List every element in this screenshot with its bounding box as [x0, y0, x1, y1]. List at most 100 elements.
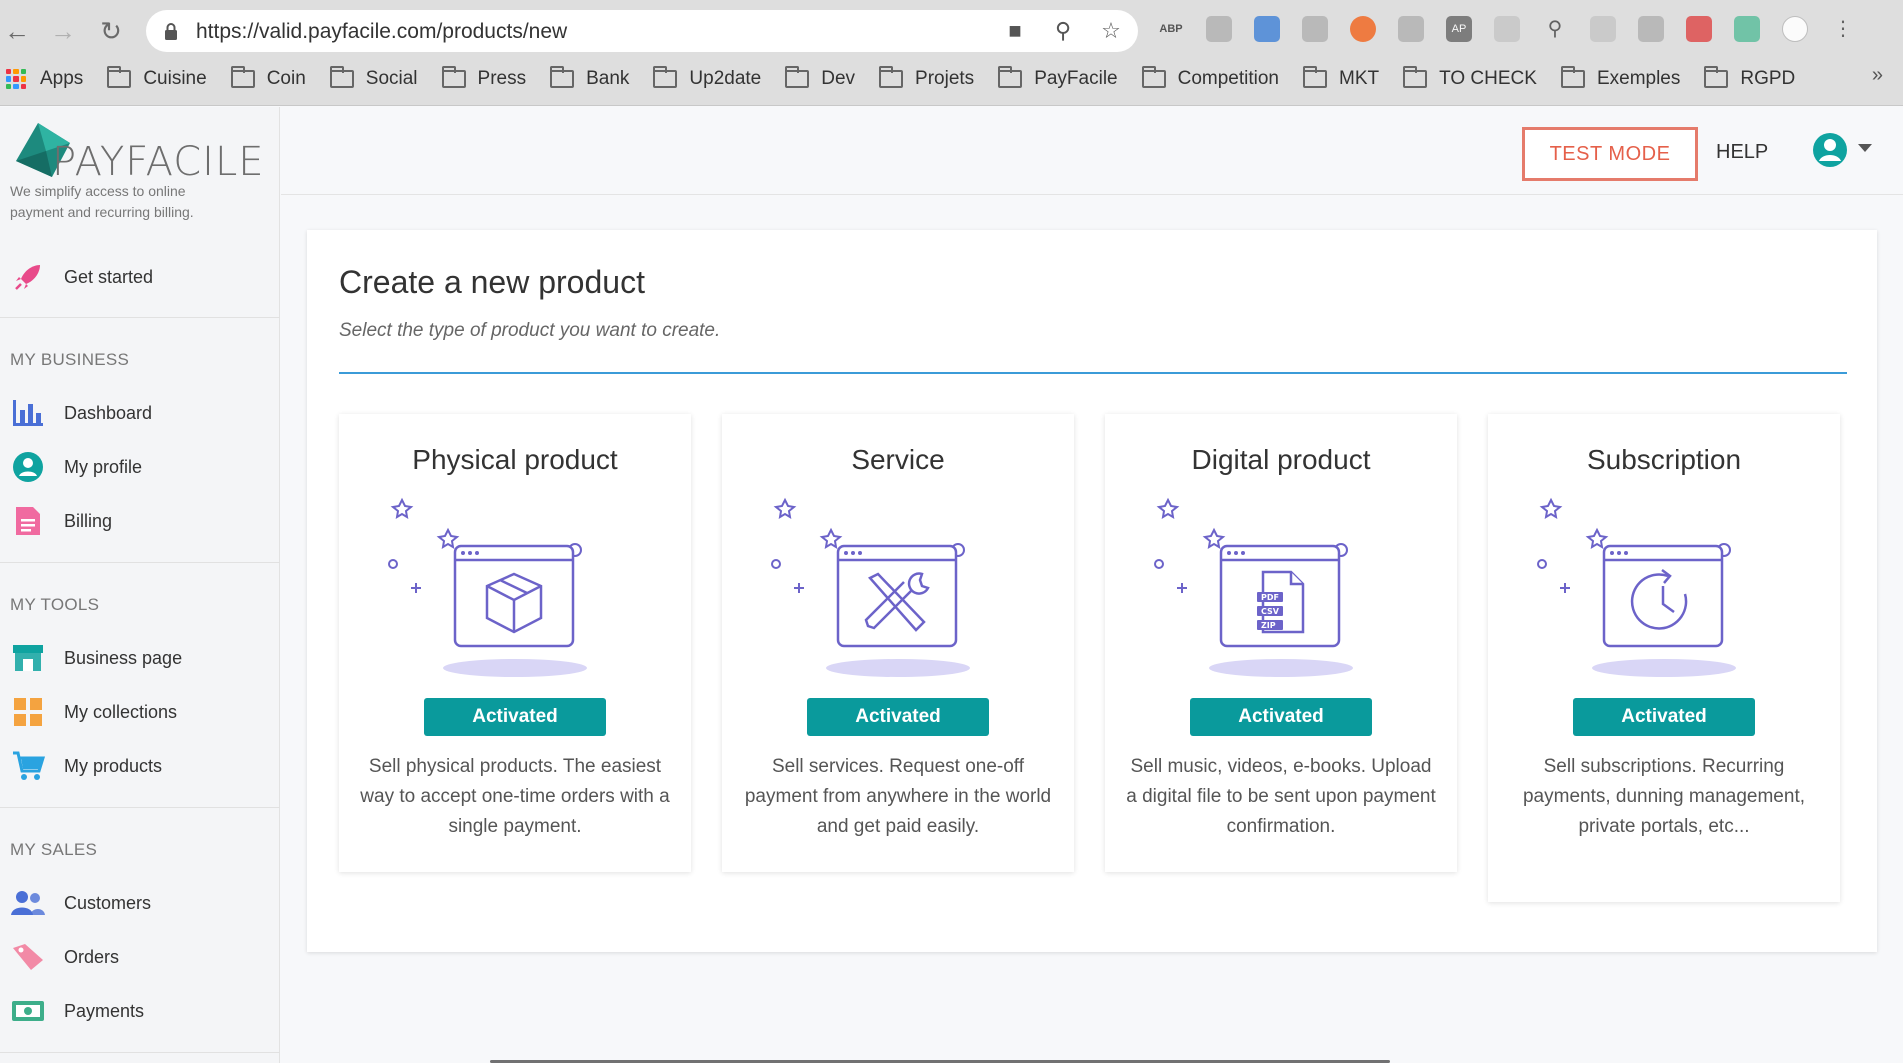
sidebar-item-customers[interactable]: Customers: [10, 881, 270, 925]
folder-icon: [785, 66, 810, 88]
extension-blue-icon[interactable]: [1254, 16, 1280, 42]
help-link[interactable]: HELP: [1716, 141, 1768, 164]
folder-icon: [1303, 66, 1327, 88]
folder-icon: [1704, 66, 1729, 88]
code-icon[interactable]: [1206, 16, 1232, 42]
product-type-digital[interactable]: Digital product PDF CSV ZIP Activated Se…: [1105, 414, 1457, 872]
bookmark-folder[interactable]: Cuisine: [107, 66, 207, 90]
bookmark-folder[interactable]: TO CHECK: [1403, 66, 1537, 90]
sidebar-item-orders[interactable]: Orders: [10, 935, 270, 979]
extension-icon[interactable]: [1302, 16, 1328, 42]
banknote-icon: [10, 995, 46, 1027]
lock-icon: [165, 23, 177, 40]
sidebar: PAYFACILE We simplify access to online p…: [0, 107, 280, 1063]
product-type-title: Digital product: [1191, 444, 1371, 475]
clock-refresh-icon: [1537, 497, 1736, 677]
title-divider: [339, 372, 1847, 374]
bookmark-folder[interactable]: MKT: [1303, 66, 1379, 90]
file-label-zip: ZIP: [1261, 621, 1276, 630]
folder-icon: [329, 66, 354, 88]
apps-grid-icon: [6, 69, 26, 89]
section-my-business: MY BUSINESS: [10, 350, 130, 369]
bookmark-folder[interactable]: Coin: [230, 66, 306, 90]
chevron-down-icon[interactable]: [1858, 144, 1872, 152]
ap-extension-icon[interactable]: AP: [1446, 16, 1472, 42]
bookmark-folder[interactable]: RGPD: [1704, 66, 1795, 90]
section-my-sales: MY SALES: [10, 840, 98, 859]
account-icon[interactable]: [1812, 132, 1848, 168]
bookmark-folder[interactable]: Social: [329, 66, 418, 90]
bookmark-folder[interactable]: Projets: [879, 66, 974, 90]
users-group-icon: [10, 887, 46, 919]
address-bar[interactable]: https://valid.payfacile.com/products/new…: [146, 10, 1138, 52]
bar-chart-icon: [10, 397, 46, 429]
user-circle-icon: [10, 451, 46, 483]
product-type-subscription[interactable]: Subscription Activated Sell subscription…: [1488, 414, 1840, 902]
product-type-title: Service: [851, 444, 945, 475]
test-mode-button[interactable]: TEST MODE: [1522, 127, 1698, 181]
extension-icon[interactable]: [1494, 16, 1520, 42]
sidebar-item-my-profile[interactable]: My profile: [10, 445, 270, 489]
extension-orange-icon[interactable]: [1350, 16, 1376, 42]
sidebar-divider: [0, 317, 280, 318]
bookmark-folder[interactable]: Exemples: [1560, 66, 1680, 90]
extension-icons: ABP AP ⚲ ⋮: [1158, 16, 1856, 42]
sidebar-divider: [0, 1052, 280, 1053]
status-badge: Activated: [424, 698, 606, 736]
extension-icon[interactable]: [1398, 16, 1424, 42]
extension-green-icon[interactable]: [1734, 16, 1760, 42]
forward-arrow-icon[interactable]: →: [46, 14, 80, 48]
url-text: https://valid.payfacile.com/products/new: [196, 20, 568, 43]
shopping-cart-icon: [10, 750, 46, 782]
product-type-title: Subscription: [1586, 444, 1742, 475]
sidebar-item-business-page[interactable]: Business page: [10, 636, 270, 680]
product-type-description: Sell services. Request one-off payment f…: [744, 756, 1052, 837]
menu-kebab-icon[interactable]: ⋮: [1830, 16, 1856, 42]
sidebar-item-billing[interactable]: Billing: [10, 499, 270, 543]
adblock-icon[interactable]: ABP: [1158, 16, 1184, 42]
search-extension-icon[interactable]: ⚲: [1542, 16, 1568, 42]
sidebar-item-get-started[interactable]: Get started: [10, 255, 270, 299]
sidebar-item-payments[interactable]: Payments: [10, 989, 270, 1033]
bookmark-apps[interactable]: Apps: [6, 68, 83, 90]
status-badge: Activated: [1573, 698, 1755, 736]
extension-icon[interactable]: [1638, 16, 1664, 42]
camera-icon[interactable]: ■: [1002, 18, 1028, 44]
file-label-csv: CSV: [1261, 607, 1280, 616]
bookmark-folder[interactable]: Dev: [785, 66, 855, 90]
bookmark-folder[interactable]: Up2date: [653, 66, 761, 90]
sidebar-item-my-products[interactable]: My products: [10, 744, 270, 788]
product-type-service[interactable]: Service Activated Sell services. Request…: [722, 414, 1074, 872]
bookmark-folder[interactable]: PayFacile: [998, 66, 1118, 90]
product-type-description: Sell music, videos, e-books. Upload a di…: [1126, 756, 1436, 837]
rocket-icon: [10, 261, 46, 293]
reload-icon[interactable]: ↻: [94, 14, 128, 48]
storefront-icon: [10, 642, 46, 674]
tag-icon: [10, 941, 46, 973]
sidebar-item-dashboard[interactable]: Dashboard: [10, 391, 270, 435]
back-arrow-icon[interactable]: ←: [0, 14, 34, 48]
bookmark-folder[interactable]: Bank: [550, 66, 629, 90]
product-type-description: Sell subscriptions. Recurring payments, …: [1522, 756, 1805, 837]
extension-red-icon[interactable]: [1686, 16, 1712, 42]
folder-icon: [1141, 66, 1166, 88]
page-title: Create a new product: [339, 264, 645, 300]
bookmark-folder[interactable]: Press: [441, 66, 526, 90]
sidebar-item-my-collections[interactable]: My collections: [10, 690, 270, 734]
bookmarks-overflow-icon[interactable]: »: [1872, 64, 1883, 87]
tools-icon: [771, 497, 970, 677]
extension-icon[interactable]: [1590, 16, 1616, 42]
sidebar-divider: [0, 562, 280, 563]
bookmark-folder[interactable]: Competition: [1141, 66, 1279, 90]
invoice-icon: [10, 505, 46, 537]
zoom-icon[interactable]: ⚲: [1050, 18, 1076, 44]
collections-icon: [10, 696, 46, 728]
page-subtitle: Select the type of product you want to c…: [339, 320, 721, 341]
brand-tagline: We simplify access to online payment and…: [10, 183, 194, 220]
product-type-physical[interactable]: Physical product Activated Sell physical…: [339, 414, 691, 872]
product-type-description: Sell physical products. The easiest way …: [360, 756, 670, 837]
bookmark-star-icon[interactable]: ☆: [1098, 18, 1124, 44]
profile-avatar-icon[interactable]: [1782, 16, 1808, 42]
section-my-tools: MY TOOLS: [10, 595, 100, 614]
folder-icon: [550, 66, 575, 88]
